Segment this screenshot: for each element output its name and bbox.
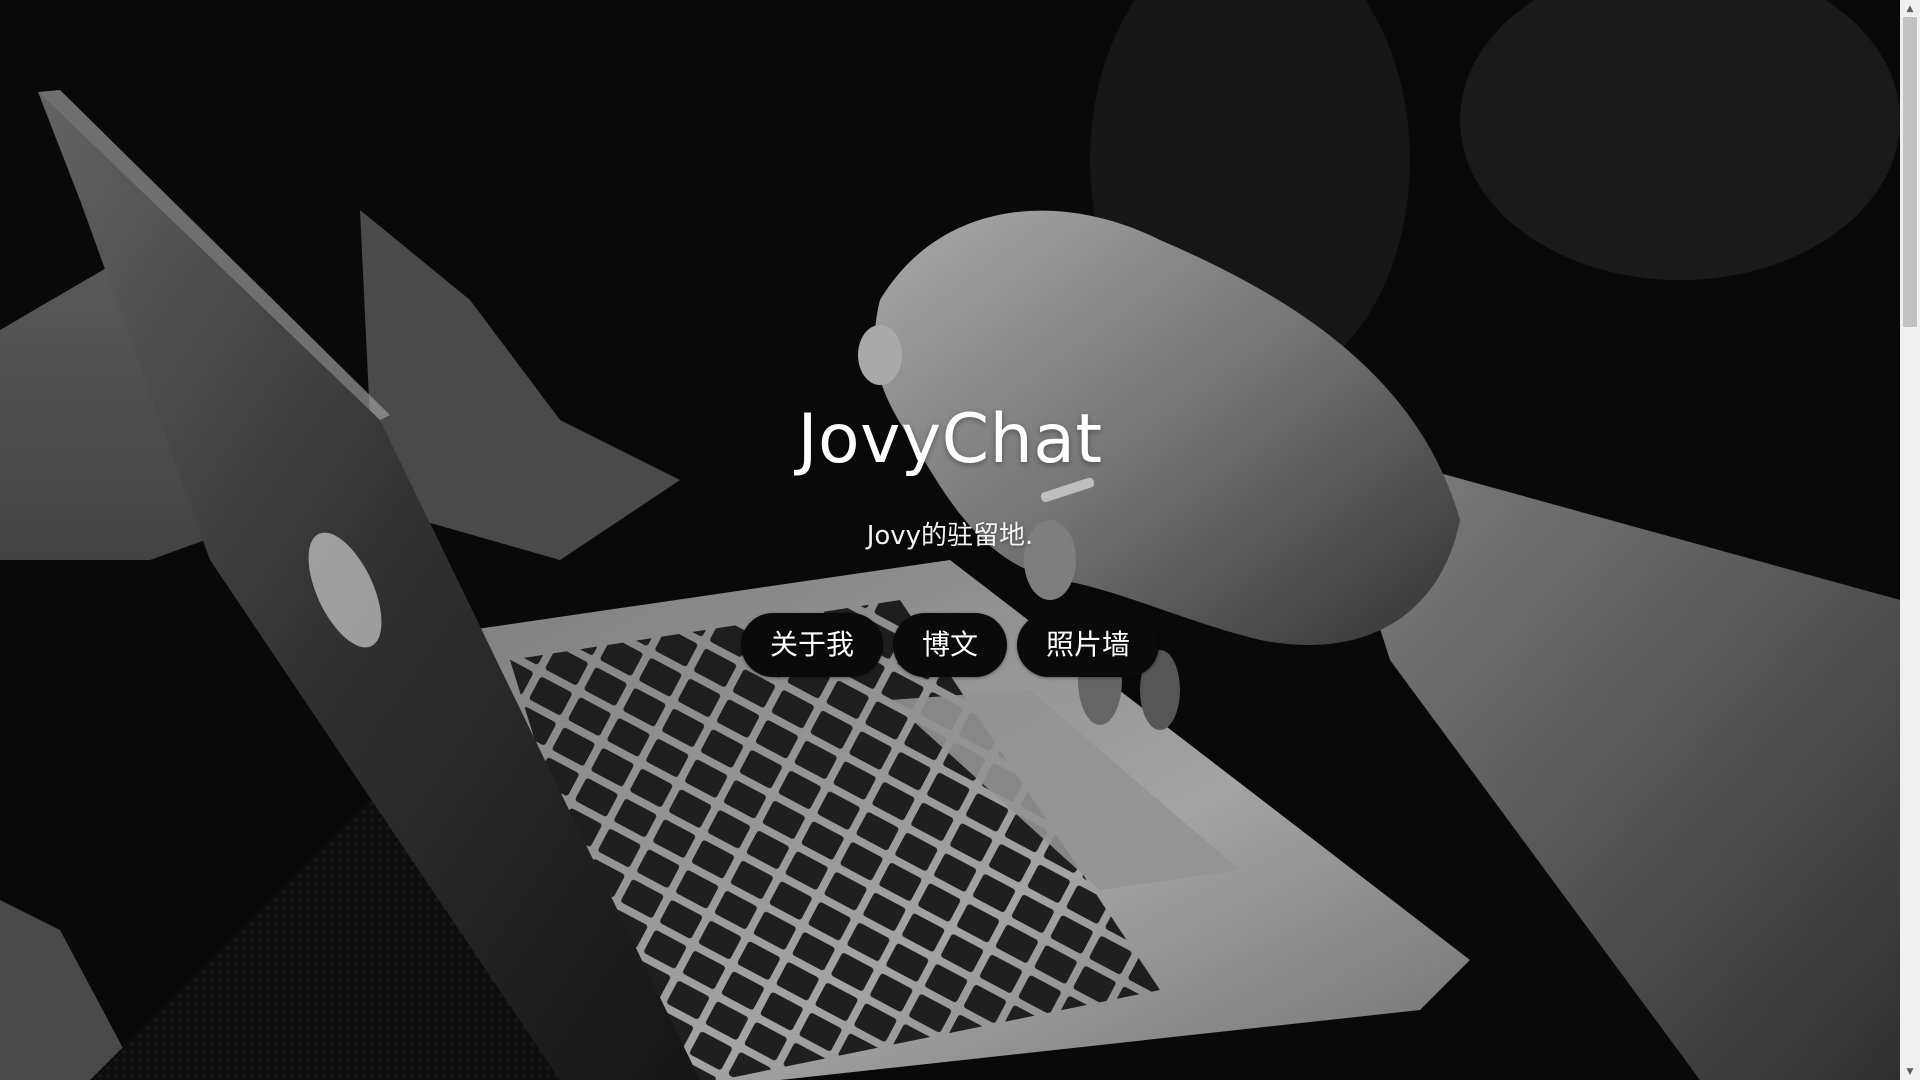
page: JovyChat Jovy的驻留地. 关于我 博文 照片墙 ▲ ▼: [0, 0, 1920, 1080]
triangle-down-icon[interactable]: ▼: [1900, 1063, 1920, 1080]
hero-section: JovyChat Jovy的驻留地. 关于我 博文 照片墙: [0, 0, 1900, 1080]
site-subtitle: Jovy的驻留地.: [866, 521, 1034, 551]
vertical-scrollbar[interactable]: ▲ ▼: [1900, 0, 1920, 1080]
hero-nav: 关于我 博文 照片墙: [0, 613, 1900, 677]
photo-wall-button[interactable]: 照片墙: [1017, 613, 1160, 677]
about-me-button[interactable]: 关于我: [740, 613, 883, 677]
triangle-up-icon[interactable]: ▲: [1900, 0, 1920, 17]
site-title: JovyChat: [797, 400, 1103, 479]
scrollbar-thumb[interactable]: [1903, 17, 1917, 327]
blog-button[interactable]: 博文: [892, 613, 1007, 677]
